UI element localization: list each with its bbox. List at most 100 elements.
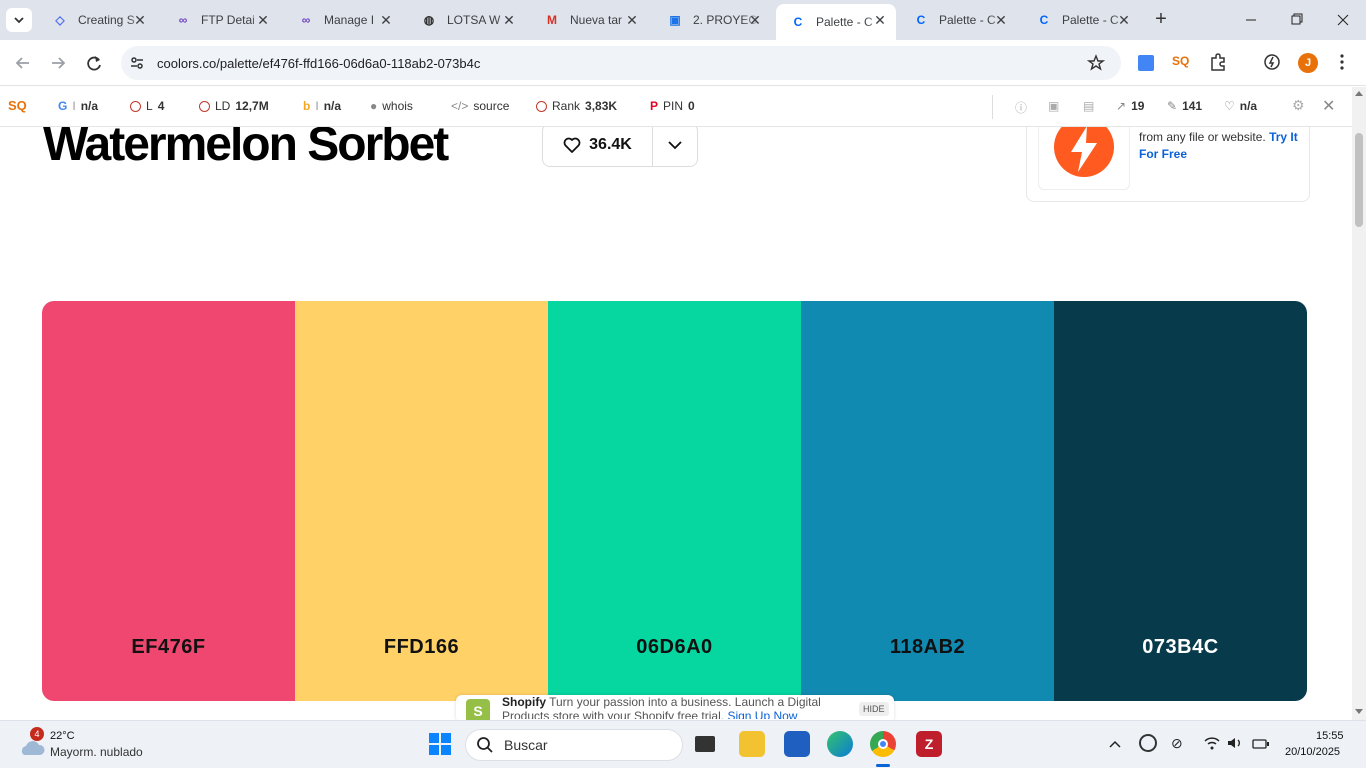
extension-reader-icon[interactable] bbox=[1138, 55, 1154, 71]
search-icon bbox=[477, 737, 493, 753]
reload-button[interactable] bbox=[83, 52, 105, 74]
tab-close-icon[interactable]: ✕ bbox=[872, 12, 888, 28]
scroll-up-arrow[interactable] bbox=[1355, 91, 1363, 96]
monitor-icon[interactable]: ▣ bbox=[1048, 99, 1059, 113]
ad-card[interactable]: chatbot trained with your data from any … bbox=[1026, 127, 1310, 202]
swatch-hex-label[interactable]: 06D6A0 bbox=[548, 636, 801, 659]
tab-close-icon[interactable]: ✕ bbox=[1116, 12, 1132, 28]
tab-close-icon[interactable]: ✕ bbox=[993, 12, 1009, 28]
windows-icon bbox=[429, 733, 451, 755]
seo-extension-icon[interactable]: SQ bbox=[1172, 54, 1189, 68]
tab-search-button[interactable] bbox=[6, 8, 32, 32]
browser-tab[interactable]: ∞ Manage I ✕ bbox=[284, 4, 402, 36]
bookmark-star-icon[interactable] bbox=[1087, 54, 1105, 72]
chevron-up-icon[interactable] bbox=[1108, 736, 1122, 754]
volume-icon[interactable] bbox=[1227, 736, 1243, 755]
profile-avatar[interactable]: J bbox=[1298, 53, 1318, 73]
bing-index-item[interactable]: b In/a bbox=[303, 99, 341, 113]
address-bar[interactable]: coolors.co/palette/ef476f-ffd166-06d6a0-… bbox=[121, 46, 1121, 80]
start-button[interactable] bbox=[427, 731, 453, 757]
swatch-hex-label[interactable]: 118AB2 bbox=[801, 636, 1054, 659]
edge-icon[interactable] bbox=[827, 731, 853, 757]
clock-time[interactable]: 15:55 bbox=[1316, 730, 1344, 742]
browser-tab[interactable]: ▣ 2. PROYEC ✕ bbox=[653, 4, 771, 36]
performance-icon[interactable] bbox=[1262, 52, 1282, 72]
color-swatch[interactable]: 06D6A0 bbox=[548, 301, 801, 701]
links-item[interactable]: L 4 bbox=[130, 99, 164, 113]
info-icon[interactable]: ⓘ bbox=[1015, 99, 1027, 116]
ld-item[interactable]: LD 12,7M bbox=[199, 99, 269, 113]
shopify-logo: S bbox=[466, 699, 490, 720]
tab-close-icon[interactable]: ✕ bbox=[624, 12, 640, 28]
restore-button[interactable] bbox=[1282, 8, 1312, 32]
hide-ad-button[interactable]: HIDE bbox=[859, 702, 889, 716]
whois-item[interactable]: ● whois bbox=[370, 99, 413, 113]
source-item[interactable]: </> source bbox=[451, 99, 509, 113]
sync-icon[interactable] bbox=[1139, 734, 1157, 752]
browser-tab[interactable]: ∞ FTP Detai ✕ bbox=[161, 4, 279, 36]
browser-tab[interactable]: C Palette - C ✕ bbox=[1022, 4, 1140, 36]
contacts-icon: ▣ bbox=[669, 13, 681, 27]
health-item[interactable]: ♡ n/a bbox=[1224, 99, 1257, 113]
task-view-icon[interactable] bbox=[695, 736, 715, 752]
tab-close-icon[interactable]: ✕ bbox=[255, 12, 271, 28]
new-tab-button[interactable]: + bbox=[1150, 8, 1172, 32]
store-icon[interactable] bbox=[784, 731, 810, 757]
shopify-signup-link[interactable]: Sign Up Now bbox=[727, 709, 797, 719]
extensions-button[interactable] bbox=[1208, 52, 1228, 72]
google-index-item[interactable]: G In/a bbox=[58, 99, 98, 113]
puzzle-icon bbox=[1211, 53, 1225, 71]
tab-close-icon[interactable]: ✕ bbox=[501, 12, 517, 28]
chrome-active-indicator bbox=[876, 764, 890, 767]
color-swatch[interactable]: 118AB2 bbox=[801, 301, 1054, 701]
close-icon[interactable]: ✕ bbox=[1322, 96, 1335, 116]
settings-icon[interactable]: ⚙ bbox=[1292, 97, 1305, 114]
tab-close-icon[interactable]: ✕ bbox=[747, 12, 763, 28]
close-window-button[interactable] bbox=[1328, 8, 1358, 32]
external-links-item[interactable]: ↗ 19 bbox=[1116, 99, 1144, 113]
report-icon[interactable]: ▤ bbox=[1083, 99, 1094, 113]
browser-tab[interactable]: ◍ LOTSA W ✕ bbox=[407, 4, 525, 36]
battery-icon[interactable] bbox=[1252, 737, 1270, 755]
site-info-icon[interactable] bbox=[129, 55, 145, 71]
color-swatch[interactable]: 073B4C bbox=[1054, 301, 1307, 701]
browser-tab[interactable]: ◇ Creating S ✕ bbox=[38, 4, 156, 36]
chrome-icon[interactable] bbox=[870, 731, 896, 757]
swatch-hex-label[interactable]: FFD166 bbox=[295, 636, 548, 659]
browser-menu-button[interactable] bbox=[1336, 52, 1348, 72]
ad-logo bbox=[1038, 127, 1130, 190]
weather-widget[interactable]: 4 22°C Mayorm. nublado bbox=[16, 727, 156, 763]
minimize-button[interactable] bbox=[1236, 8, 1266, 32]
file-explorer-icon[interactable] bbox=[739, 731, 765, 757]
scroll-down-arrow[interactable] bbox=[1355, 709, 1363, 714]
internal-links-item[interactable]: ✎ 141 bbox=[1167, 99, 1202, 113]
shopify-ad-banner[interactable]: S Shopify Turn your passion into a busin… bbox=[456, 695, 894, 720]
seoquake-bar: SQ G In/a L 4 LD 12,7M b In/a ● whois </>… bbox=[0, 87, 1366, 127]
clock-date[interactable]: 20/10/2025 bbox=[1285, 746, 1340, 758]
eye-off-icon[interactable]: ⊘ bbox=[1171, 735, 1183, 752]
url-text[interactable]: coolors.co/palette/ef476f-ffd166-06d6a0-… bbox=[157, 56, 480, 71]
back-button[interactable] bbox=[12, 52, 34, 74]
browser-tab[interactable]: C Palette - C ✕ bbox=[899, 4, 1017, 36]
tab-close-icon[interactable]: ✕ bbox=[378, 12, 394, 28]
coolors-icon: C bbox=[1039, 13, 1049, 27]
page-scrollbar[interactable] bbox=[1352, 87, 1366, 720]
filezilla-icon[interactable]: Z bbox=[916, 731, 942, 757]
color-swatch[interactable]: EF476F bbox=[42, 301, 295, 701]
wifi-icon[interactable] bbox=[1204, 736, 1220, 755]
palette-title: Watermelon Sorbet bbox=[43, 127, 449, 171]
scroll-thumb[interactable] bbox=[1355, 133, 1363, 227]
browser-tab[interactable]: C Palette - C ✕ bbox=[776, 4, 896, 40]
browser-tab[interactable]: M Nueva tar ✕ bbox=[530, 4, 648, 36]
taskbar-search[interactable]: Buscar bbox=[465, 729, 683, 761]
swatch-hex-label[interactable]: EF476F bbox=[42, 636, 295, 659]
pinterest-item[interactable]: P PIN 0 bbox=[650, 99, 695, 113]
seoquake-logo[interactable]: SQ bbox=[8, 98, 27, 113]
swatch-hex-label[interactable]: 073B4C bbox=[1054, 636, 1307, 659]
forward-button[interactable] bbox=[47, 52, 69, 74]
rank-item[interactable]: Rank 3,83K bbox=[536, 99, 617, 113]
more-options-button[interactable] bbox=[653, 127, 697, 166]
color-swatch[interactable]: FFD166 bbox=[295, 301, 548, 701]
tab-close-icon[interactable]: ✕ bbox=[132, 12, 148, 28]
like-button[interactable]: 36.4K bbox=[543, 127, 653, 166]
